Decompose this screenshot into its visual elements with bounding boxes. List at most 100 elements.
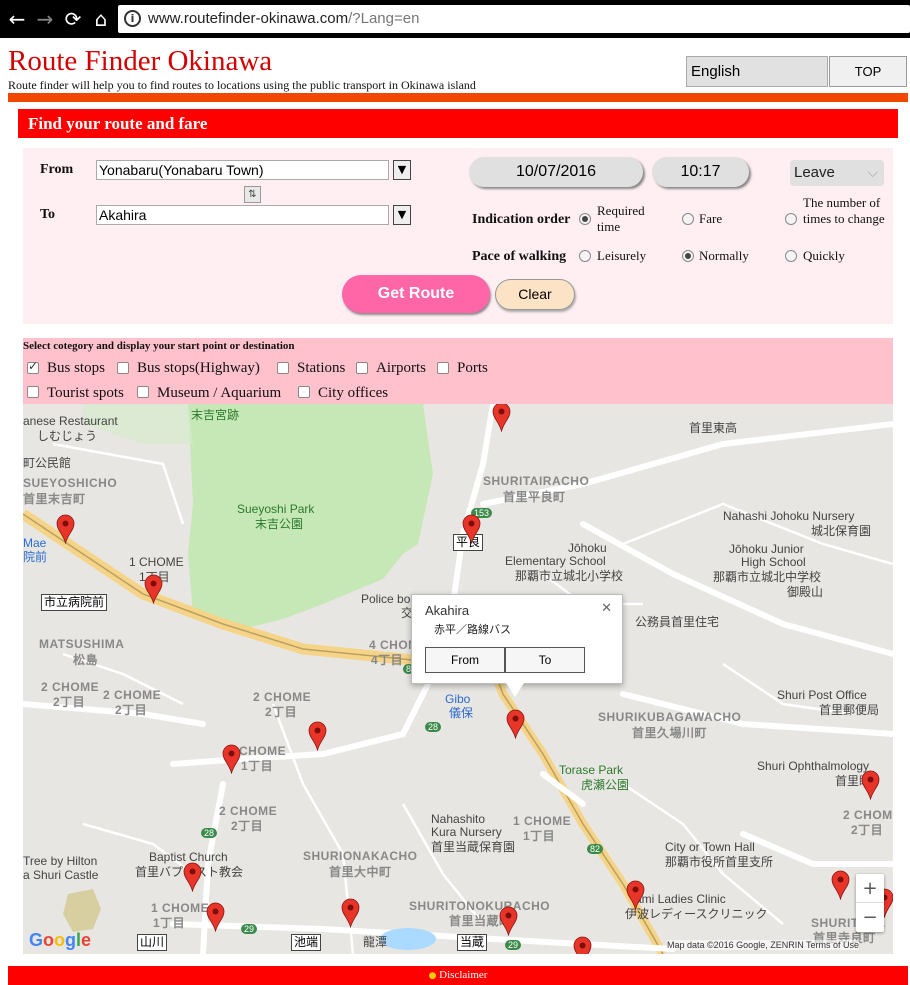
bus-stop-pin-icon[interactable] [492, 404, 511, 432]
bus-stop-pin-icon[interactable] [626, 880, 645, 910]
map-attribution[interactable]: Map data ©2016 Google, ZENRIN Terms of U… [667, 940, 860, 950]
bus-stop-pin-icon[interactable] [56, 514, 75, 544]
map-label-sueyoshi-park-jp: 末吉公園 [255, 517, 304, 531]
bus-stop-pin-icon[interactable] [144, 574, 163, 604]
disclaimer-link[interactable]: Disclaimer [439, 969, 487, 981]
google-logo: Google [29, 930, 92, 950]
map-label-nahashi-nursery: Nahashi Johoku Nursery [723, 509, 855, 523]
map-label-kura-2: Kura Nursery [431, 825, 502, 839]
route-28-badge-b: 28 [201, 828, 218, 838]
checkbox-stations[interactable] [277, 362, 289, 374]
map-label-gibo-jp: 儀保 [449, 706, 474, 720]
bus-stop-pin-icon[interactable] [206, 902, 225, 932]
language-select[interactable]: English [686, 56, 828, 87]
option-leisurely: Leisurely [597, 248, 647, 263]
map-label-post-office: Shuri Post Office [777, 688, 867, 702]
swap-icon[interactable]: ⇅ [244, 186, 261, 203]
bus-stop-pin-icon[interactable] [222, 744, 241, 774]
option-required-time: Required time [597, 203, 645, 234]
from-dropdown-icon[interactable]: ▼ [393, 160, 411, 180]
bus-stop-pin-icon[interactable] [183, 862, 202, 892]
radio-required-time[interactable] [579, 213, 591, 225]
map-label-sueyoshi-shrine: 末吉宮跡 [191, 408, 240, 422]
bus-stop-pin-icon[interactable] [861, 770, 880, 800]
map-label-ichome-c-jp: 1丁目 [523, 829, 556, 843]
category-ports: Ports [457, 360, 488, 376]
stop-tag-ikehata[interactable]: 池端 [291, 934, 322, 951]
radio-fare[interactable] [682, 213, 694, 225]
reload-icon[interactable]: ⟳ [62, 8, 84, 30]
map-view[interactable]: 末吉宮跡 anese Restaurant しむじょう 町公民館 SUEYOSH… [23, 404, 893, 954]
home-icon[interactable]: ⌂ [90, 8, 112, 30]
option-times-to-change: The number of times to change [803, 195, 885, 226]
bus-stop-pin-icon[interactable] [308, 721, 327, 751]
date-field[interactable]: 10/07/2016 [469, 157, 643, 187]
map-label-ichome-1: 1 CHOME [129, 555, 184, 569]
map-label-ryutan: 龍潭 [363, 935, 388, 949]
radio-times-to-change[interactable] [785, 213, 797, 225]
checkbox-ports[interactable] [437, 362, 449, 374]
map-label-torase-park-jp: 虎瀬公園 [581, 778, 630, 792]
leave-select[interactable]: Leave ⌵ [790, 160, 884, 186]
bus-stop-pin-icon[interactable] [831, 870, 850, 900]
popup-to-button[interactable]: To [505, 647, 585, 673]
map-label-jhs-2: High School [741, 555, 806, 569]
stop-tag-shiritsu-byoin-mae[interactable]: 市立病院前 [41, 594, 108, 611]
clear-button[interactable]: Clear [495, 279, 575, 310]
bus-stop-pin-icon[interactable] [341, 898, 360, 928]
info-icon[interactable]: i [124, 10, 141, 27]
map-label-yonchome-jp: 4丁目 [371, 653, 404, 667]
map-label-chome-b-jp: 1丁目 [241, 759, 274, 773]
route-28-badge-a: 28 [425, 722, 442, 732]
radio-leisurely[interactable] [579, 250, 591, 262]
category-bus-stops-highway: Bus stops(Highway) [137, 360, 260, 376]
map-label-shuritairacho: SHURITAIRACHO [483, 474, 590, 488]
zoom-out-button[interactable]: − [856, 903, 884, 932]
section-heading: Find your route and fare [18, 109, 898, 138]
bullet-icon: ● [428, 971, 437, 981]
bus-stop-pin-icon[interactable] [462, 514, 481, 544]
from-input[interactable]: Yonabaru(Yonabaru Town) [96, 160, 389, 180]
route-82-badge: 82 [587, 844, 604, 854]
map-label-kubagawa-jp: 首里久場川町 [632, 726, 708, 740]
checkbox-bus-stops[interactable] [27, 359, 39, 374]
stop-tag-tonokura[interactable]: 当蔵 [457, 934, 488, 951]
stop-tag-yamakawa[interactable]: 山川 [137, 934, 168, 951]
forward-arrow-icon[interactable]: → [34, 8, 56, 30]
bus-stop-pin-icon[interactable] [506, 709, 525, 739]
map-label-ichome-d: 1 CHOME [151, 901, 210, 915]
bus-stop-pin-icon[interactable] [573, 936, 592, 954]
map-label-matsushima-jp: 松島 [73, 653, 99, 667]
bus-stop-pin-icon[interactable] [499, 906, 518, 936]
map-label-shuri-higashi: 首里東高 [689, 421, 738, 435]
top-button[interactable]: TOP [829, 56, 907, 87]
map-label-elem-2: Elementary School [505, 554, 606, 568]
address-bar[interactable]: i www.routefinder-okinawa.com/?Lang=en [118, 5, 910, 33]
checkbox-city-offices[interactable] [298, 386, 310, 398]
map-label-goeiyama: 御殿山 [787, 585, 824, 599]
radio-normally[interactable] [682, 250, 694, 262]
checkbox-tourist-spots[interactable] [27, 386, 39, 398]
time-field[interactable]: 10:17 [652, 157, 749, 187]
map-label-kura-jp: 首里当蔵保育園 [431, 840, 516, 854]
map-label-hilton: Tree by Hilton [23, 854, 98, 868]
map-label-city-hall-jp: 那覇市役所首里支所 [665, 855, 774, 869]
zoom-in-button[interactable]: + [856, 874, 884, 903]
option-fare: Fare [699, 211, 723, 226]
zoom-control: + − [856, 874, 884, 932]
back-arrow-icon[interactable]: ← [6, 8, 28, 30]
checkbox-airports[interactable] [356, 362, 368, 374]
to-dropdown-icon[interactable]: ▼ [393, 205, 411, 225]
get-route-button[interactable]: Get Route [342, 275, 490, 313]
popup-from-button[interactable]: From [425, 647, 505, 673]
close-icon[interactable]: ✕ [601, 601, 612, 616]
to-input[interactable]: Akahira [96, 205, 389, 225]
map-label-tonokura: SHURITONOKURACHO [409, 899, 551, 913]
radio-quickly[interactable] [785, 250, 797, 262]
map-label-jhs: Jōhoku Junior [729, 542, 804, 556]
checkbox-bus-stops-highway[interactable] [117, 362, 129, 374]
site-title[interactable]: Route Finder Okinawa [8, 45, 272, 78]
map-label-matsushima: MATSUSHIMA [39, 637, 125, 651]
map-label-nahashi-nursery-jp: 城北保育園 [811, 524, 872, 538]
checkbox-museum-aquarium[interactable] [137, 386, 149, 398]
